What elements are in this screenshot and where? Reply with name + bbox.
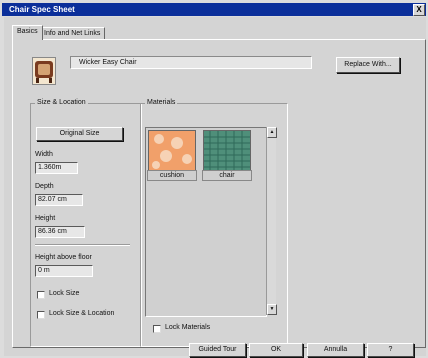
- height-field[interactable]: 86.36 cm: [35, 226, 85, 238]
- cancel-button[interactable]: Annulla: [307, 343, 364, 357]
- width-label: Width: [35, 151, 53, 158]
- material-swatch-chair[interactable]: [203, 130, 251, 172]
- help-button[interactable]: ?: [367, 343, 414, 357]
- lock-size-location-checkbox[interactable]: [37, 311, 45, 319]
- lock-materials-label: Lock Materials: [165, 324, 211, 331]
- depth-label: Depth: [35, 183, 54, 190]
- object-name-field[interactable]: Wicker Easy Chair: [70, 56, 312, 69]
- size-location-title: Size & Location: [35, 99, 88, 106]
- ok-button[interactable]: OK: [249, 343, 303, 357]
- lock-materials-checkbox[interactable]: [153, 325, 161, 333]
- dialog-window: Basics Info and Net Links Wicker Easy Ch…: [4, 17, 426, 357]
- materials-list[interactable]: cushion chair: [145, 127, 267, 317]
- scroll-up-button[interactable]: ▲: [267, 127, 277, 138]
- width-field[interactable]: 1.360m: [35, 162, 78, 174]
- window-title: Chair Spec Sheet: [9, 5, 75, 14]
- replace-with-button[interactable]: Replace With...: [336, 57, 400, 73]
- chair-icon: [32, 57, 56, 85]
- cushion-pattern-icon: [152, 134, 192, 169]
- material-label-cushion: cushion: [147, 170, 197, 181]
- height-above-floor-label: Height above floor: [35, 254, 92, 261]
- guided-tour-button[interactable]: Guided Tour: [189, 343, 246, 357]
- material-swatch-cushion[interactable]: [148, 130, 196, 172]
- depth-field[interactable]: 82.07 cm: [35, 194, 83, 206]
- chair-texture-icon: [204, 131, 250, 171]
- original-size-button[interactable]: Original Size: [36, 127, 123, 141]
- size-divider: [35, 244, 130, 246]
- lock-size-location-label: Lock Size & Location: [49, 310, 115, 317]
- title-bar: Chair Spec Sheet X: [2, 3, 426, 16]
- lock-size-checkbox[interactable]: [37, 291, 45, 299]
- chair-icon-svg: [35, 61, 53, 83]
- height-label: Height: [35, 215, 56, 222]
- scroll-down-button[interactable]: ▼: [267, 304, 277, 315]
- height-above-floor-field[interactable]: 0 m: [35, 265, 93, 277]
- tab-basics[interactable]: Basics: [12, 25, 43, 40]
- materials-title: Materials: [145, 99, 178, 106]
- materials-scrollbar[interactable]: ▲ ▼: [266, 127, 277, 315]
- close-button[interactable]: X: [413, 4, 425, 16]
- lock-size-label: Lock Size: [49, 290, 80, 297]
- material-label-chair: chair: [202, 170, 252, 181]
